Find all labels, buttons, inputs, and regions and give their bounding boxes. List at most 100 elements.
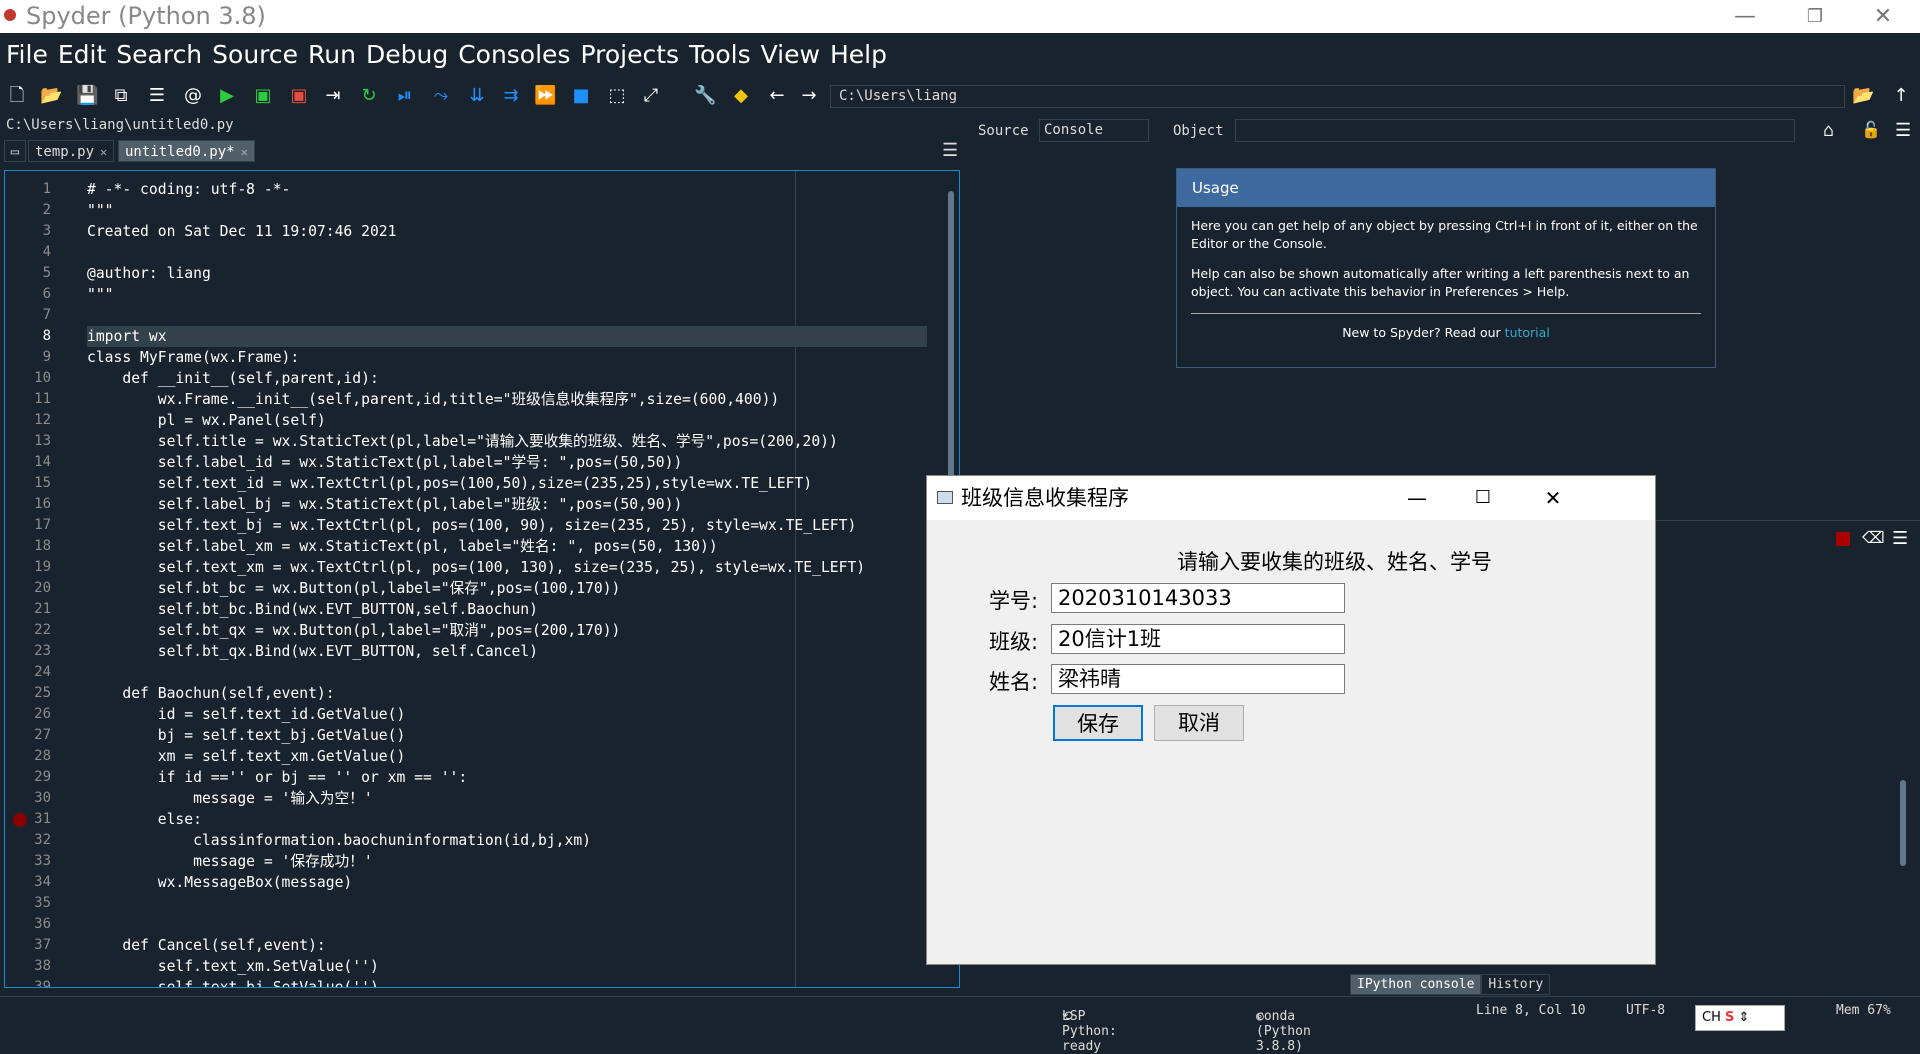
code-editor[interactable]: 1 2 3 4 5 6 7 8 9 10 11 12 13 14 15 16 17 18 19 20 21 22 23 24 2… [4, 170, 960, 988]
menu-projects[interactable]: Projects [580, 40, 679, 69]
step-return-icon[interactable]: ⇉ [500, 86, 522, 106]
close-button[interactable]: ✕ [1858, 0, 1908, 33]
name-input[interactable]: 梁祎晴 [1051, 664, 1345, 694]
code-line[interactable] [87, 662, 927, 683]
lock-icon[interactable]: 🔓 [1861, 120, 1881, 139]
menu-view[interactable]: View [761, 40, 820, 69]
tutorial-link[interactable]: tutorial [1505, 325, 1550, 340]
code-line[interactable] [87, 893, 927, 914]
back-arrow-icon[interactable]: ← [766, 86, 788, 106]
fullscreen-icon[interactable]: ⤢ [640, 86, 662, 106]
ime-indicator[interactable]: CH S ⇕ [1695, 1005, 1785, 1031]
step-icon[interactable]: ⤳ [430, 86, 452, 106]
menu-source[interactable]: Source [212, 40, 298, 69]
code-line[interactable]: Created on Sat Dec 11 19:07:46 2021 [87, 221, 927, 242]
class-input[interactable]: 20信计1班 [1051, 624, 1345, 654]
menu-file[interactable]: File [6, 40, 48, 69]
debug-icon[interactable]: ⏯ [394, 86, 416, 106]
working-directory-input[interactable]: C:\Users\liang [830, 85, 1845, 108]
console-options-icon[interactable]: ☰ [1892, 528, 1908, 549]
dialog-maximize-button[interactable]: ☐ [1453, 476, 1513, 520]
code-line[interactable]: self.text_xm.SetValue('') [87, 956, 927, 977]
minimize-button[interactable]: — [1720, 0, 1770, 33]
step-into-icon[interactable]: ⇊ [466, 86, 488, 106]
code-line[interactable]: # -*- coding: utf-8 -*- [87, 179, 927, 200]
cancel-button[interactable]: 取消 [1154, 705, 1244, 741]
browse-folder-icon[interactable]: 📂 [1852, 86, 1874, 106]
code-line[interactable]: message = '保存成功！' [87, 851, 927, 872]
object-select[interactable] [1235, 119, 1795, 142]
dialog-minimize-button[interactable]: — [1387, 476, 1447, 520]
code-line[interactable]: self.label_bj = wx.StaticText(pl,label="… [87, 494, 927, 515]
tab-temp[interactable]: temp.py ✕ [28, 140, 115, 162]
code-line[interactable]: """ [87, 200, 927, 221]
maximize-pane-icon[interactable]: ⬚ [606, 86, 628, 106]
code-line[interactable]: self.bt_bc = wx.Button(pl,label="保存",pos… [87, 578, 927, 599]
home-icon[interactable]: ⌂ [1823, 120, 1834, 141]
console-scrollbar[interactable] [1900, 780, 1906, 866]
preferences-icon[interactable]: 🔧 [694, 86, 716, 106]
code-line[interactable] [87, 242, 927, 263]
forward-arrow-icon[interactable]: → [798, 86, 820, 106]
save-icon[interactable]: 💾 [76, 86, 98, 106]
browse-tabs-icon[interactable]: ▭ [4, 140, 26, 162]
close-tab-icon[interactable]: ✕ [241, 145, 248, 159]
maximize-button[interactable]: ❐ [1790, 0, 1840, 33]
code-line[interactable]: self.text_bj.SetValue('') [87, 977, 927, 987]
student-id-input[interactable]: 2020310143033 [1051, 583, 1345, 613]
code-line[interactable]: self.text_id = wx.TextCtrl(pl,pos=(100,5… [87, 473, 927, 494]
close-tab-icon[interactable]: ✕ [100, 145, 107, 159]
code-line[interactable]: self.label_id = wx.StaticText(pl,label="… [87, 452, 927, 473]
code-line[interactable]: pl = wx.Panel(self) [87, 410, 927, 431]
tab-ipython-console[interactable]: IPython console [1350, 974, 1482, 995]
code-line[interactable] [87, 305, 927, 326]
code-line[interactable]: self.bt_qx = wx.Button(pl,label="取消",pos… [87, 620, 927, 641]
code-line[interactable]: if id =='' or bj == '' or xm == '': [87, 767, 927, 788]
open-file-icon[interactable]: 📂 [40, 86, 62, 106]
clear-console-icon[interactable]: ⌫ [1862, 528, 1885, 547]
stop-icon[interactable]: ■ [570, 86, 592, 106]
save-button[interactable]: 保存 [1053, 705, 1143, 741]
rerun-icon[interactable]: ↻ [358, 86, 380, 106]
new-file-icon[interactable]: 🗋 [6, 86, 28, 106]
code-line[interactable]: def Cancel(self,event): [87, 935, 927, 956]
tab-history[interactable]: History [1481, 974, 1551, 995]
editor-options-icon[interactable]: ☰ [936, 140, 965, 162]
code-line[interactable]: wx.MessageBox(message) [87, 872, 927, 893]
tab-untitled0[interactable]: untitled0.py* ✕ [118, 140, 255, 162]
code-line[interactable]: classinformation.baochuninformation(id,b… [87, 830, 927, 851]
code-line[interactable]: self.text_bj = wx.TextCtrl(pl, pos=(100,… [87, 515, 927, 536]
code-line[interactable]: self.bt_bc.Bind(wx.EVT_BUTTON,self.Baoch… [87, 599, 927, 620]
code-line[interactable]: @author: liang [87, 263, 927, 284]
interrupt-kernel-icon[interactable] [1836, 532, 1850, 546]
run-cell-icon[interactable]: ▣ [252, 86, 274, 106]
code-line[interactable]: self.title = wx.StaticText(pl,label="请输入… [87, 431, 927, 452]
menu-help[interactable]: Help [830, 40, 887, 69]
run-icon[interactable]: ▶ [216, 86, 238, 106]
code-line[interactable]: self.text_xm = wx.TextCtrl(pl, pos=(100,… [87, 557, 927, 578]
menu-edit[interactable]: Edit [58, 40, 106, 69]
dialog-close-button[interactable]: ✕ [1523, 476, 1583, 520]
menu-run[interactable]: Run [308, 40, 356, 69]
parent-dir-icon[interactable]: ↑ [1890, 86, 1912, 106]
continue-icon[interactable]: ⏩ [534, 86, 556, 106]
code-line[interactable]: message = '输入为空！' [87, 788, 927, 809]
help-options-icon[interactable]: ☰ [1895, 120, 1911, 141]
code-line[interactable]: self.bt_qx.Bind(wx.EVT_BUTTON, self.Canc… [87, 641, 927, 662]
outline-icon[interactable]: ☰ [146, 86, 168, 106]
code-line[interactable]: xm = self.text_xm.GetValue() [87, 746, 927, 767]
code-area[interactable]: # -*- coding: utf-8 -*- """ Created on Sat… [87, 179, 927, 987]
run-cell-advance-icon[interactable]: ▣ [288, 86, 310, 106]
run-selection-icon[interactable]: ⇥ [322, 86, 344, 106]
menu-search[interactable]: Search [116, 40, 202, 69]
code-line[interactable]: class MyFrame(wx.Frame): [87, 347, 927, 368]
code-line[interactable]: """ [87, 284, 927, 305]
code-line[interactable]: def Baochun(self,event): [87, 683, 927, 704]
code-line[interactable]: bj = self.text_bj.GetValue() [87, 725, 927, 746]
menu-debug[interactable]: Debug [366, 40, 448, 69]
menu-consoles[interactable]: Consoles [458, 40, 570, 69]
code-line[interactable]: wx.Frame.__init__(self,parent,id,title="… [87, 389, 927, 410]
code-line[interactable]: self.label_xm = wx.StaticText(pl, label=… [87, 536, 927, 557]
code-line[interactable]: else: [87, 809, 927, 830]
save-all-icon[interactable]: ⧉ [110, 86, 132, 106]
